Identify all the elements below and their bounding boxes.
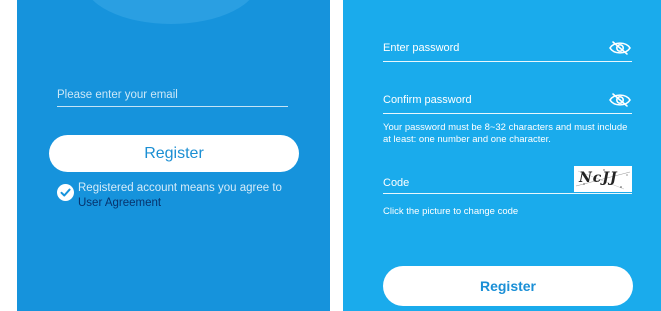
register-button[interactable]: Register (49, 135, 299, 172)
captcha-image[interactable]: NcJJ (574, 166, 632, 192)
eye-slash-icon[interactable] (608, 40, 632, 56)
register-button[interactable]: Register (383, 266, 633, 306)
password-underline (383, 61, 632, 62)
code-underline (383, 193, 632, 194)
captcha-text: NcJJ (579, 170, 618, 186)
right-register-screen: Enter password Confirm password Your pas… (343, 0, 661, 311)
agreement-notice: Registered account means you agree to Us… (78, 181, 328, 211)
code-field[interactable]: Code (383, 177, 409, 189)
header-arc-decoration (83, 0, 259, 24)
password-field[interactable]: Enter password (383, 42, 459, 54)
agreement-text: Registered account means you agree to (78, 182, 282, 194)
change-code-hint: Click the picture to change code (383, 206, 519, 217)
confirm-password-field[interactable]: Confirm password (383, 94, 472, 106)
eye-slash-icon[interactable] (608, 92, 632, 108)
email-input[interactable] (57, 84, 288, 107)
left-register-screen: Register Registered account means you ag… (17, 0, 330, 311)
password-requirements-hint: Your password must be 8~32 characters an… (383, 122, 628, 145)
confirm-password-underline (383, 113, 632, 114)
user-agreement-link[interactable]: User Agreement (78, 197, 161, 209)
checkmark-circle-icon[interactable] (57, 184, 74, 201)
